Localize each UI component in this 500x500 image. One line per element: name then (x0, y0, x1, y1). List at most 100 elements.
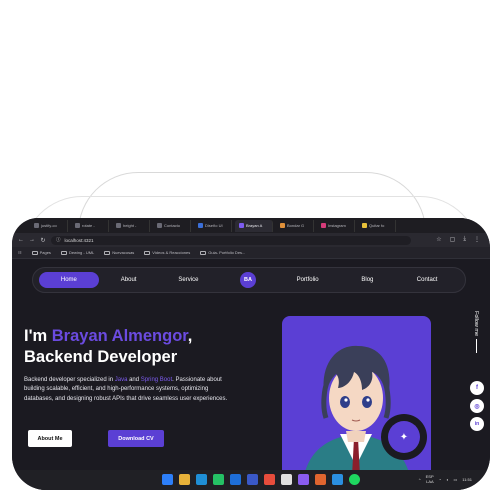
hero-comma: , (187, 327, 193, 345)
address-bar-row: ← → ↻ ⓘ localhost:4321 ☆ ▢ ⤓ ⋮ (12, 233, 490, 247)
bookmark-item[interactable]: Nuevacosas (104, 250, 134, 255)
vscode-icon[interactable] (332, 474, 343, 485)
tab-favicon-icon (362, 223, 367, 228)
extensions-icon[interactable]: ▢ (450, 236, 456, 243)
bookmark-label: Nuevacosas (112, 250, 135, 255)
tab-label: Bondar G (287, 223, 305, 228)
browser-window: justify-co rotate - height - Contacto Di… (12, 218, 490, 490)
menu-dots-icon[interactable]: ⋮ (474, 236, 480, 243)
bookmark-label: Dewing - UML (68, 250, 95, 255)
tab-label: Contacto (164, 223, 181, 228)
nav-home[interactable]: Home (39, 272, 99, 288)
nav-service[interactable]: Service (159, 272, 219, 288)
anime-avatar-icon (302, 345, 412, 490)
avatar-illustration (282, 316, 431, 490)
chrome-icon[interactable] (281, 474, 292, 485)
browser-tab[interactable]: Instagram (317, 219, 355, 232)
bookmark-item[interactable]: Guia- Portfolio Des... (200, 250, 245, 255)
tab-label: rotate - (82, 223, 95, 228)
region-code: LAA (426, 479, 434, 484)
battery-icon[interactable]: ▭ (454, 477, 458, 482)
nav-about[interactable]: About (99, 272, 159, 288)
download-icon[interactable]: ⤓ (463, 236, 466, 243)
bookmark-label: Videos & Reacciones (152, 250, 191, 255)
tab-favicon-icon (157, 223, 162, 228)
tab-label: height - (123, 223, 137, 228)
site-info-icon[interactable]: ⓘ (56, 237, 61, 243)
about-me-button[interactable]: About Me (28, 430, 72, 447)
file-explorer-icon[interactable] (179, 474, 190, 485)
apps-grid-icon[interactable]: ☷ (18, 250, 22, 255)
tab-label: Diseño UI (205, 223, 223, 228)
forward-arrow-icon[interactable]: → (29, 237, 35, 243)
language-indicator[interactable]: ESP LAA (426, 474, 434, 484)
tab-favicon-icon (280, 223, 285, 228)
tab-label: Brayan A (246, 223, 263, 228)
nav-contact[interactable]: Contact (397, 272, 457, 288)
bookmark-star-icon[interactable]: ☆ (436, 236, 441, 243)
browser-tab[interactable]: height - (112, 219, 150, 232)
instagram-icon[interactable]: ◎ (470, 399, 484, 413)
hero-title: I'm Brayan Almengor, Backend Developer (24, 326, 192, 368)
volume-icon[interactable]: ◖ (446, 477, 448, 482)
edge-icon[interactable] (196, 474, 207, 485)
nav-portfolio[interactable]: Portfolio (278, 272, 338, 288)
app-icon[interactable] (264, 474, 275, 485)
tab-favicon-icon (75, 223, 80, 228)
tab-bar: justify-co rotate - height - Contacto Di… (12, 218, 490, 233)
bookmark-label: Pages (39, 250, 51, 255)
clock[interactable]: 11:51 (462, 477, 472, 482)
url-text: localhost:4321 (64, 237, 94, 243)
browser-tab[interactable]: Contacto (153, 219, 191, 232)
bookmark-item[interactable]: Pages (31, 250, 51, 255)
tab-favicon-icon (239, 223, 244, 228)
follow-me-column: Follow me (468, 311, 484, 361)
app-icon[interactable] (247, 474, 258, 485)
desc-text: Backend developer specialized in (24, 377, 115, 383)
bookmark-item[interactable]: Dewing - UML (60, 250, 95, 255)
browser-tab[interactable]: Diseño UI (194, 219, 232, 232)
follow-me-label: Follow me (473, 311, 479, 337)
screenshot-root: justify-co rotate - height - Contacto Di… (0, 0, 500, 500)
hero-name: Brayan Almengor (51, 327, 188, 345)
browser-tab[interactable]: Quitar fo (358, 219, 396, 232)
badge-ring: ✦ (381, 414, 427, 460)
url-field[interactable]: ⓘ localhost:4321 (51, 235, 411, 245)
bookmark-item[interactable]: Videos & Reacciones (144, 250, 190, 255)
reload-icon[interactable]: ↻ (40, 237, 46, 244)
tab-favicon-icon (34, 223, 39, 228)
folder-icon (31, 250, 38, 255)
follow-divider (475, 339, 477, 354)
tab-favicon-icon (321, 223, 326, 228)
windows-start-icon[interactable] (162, 474, 173, 485)
browser-tab[interactable]: rotate - (71, 219, 109, 232)
back-arrow-icon[interactable]: ← (18, 237, 24, 243)
folder-icon (200, 250, 207, 255)
browser-tab-active[interactable]: Brayan A (235, 219, 273, 232)
hero-description: Backend developer specialized in Java an… (24, 376, 234, 404)
nav-blog[interactable]: Blog (337, 272, 397, 288)
bookmarks-bar: ☷ Pages Dewing - UML Nuevacosas Videos &… (12, 247, 490, 259)
linkedin-icon[interactable]: in (470, 417, 484, 431)
facebook-icon[interactable]: f (470, 381, 484, 395)
desc-text: and (127, 377, 141, 383)
tab-favicon-icon (198, 223, 203, 228)
folder-icon (104, 250, 111, 255)
desc-highlight-spring: Spring Boot (140, 377, 173, 383)
browser-tab[interactable]: justify-co (30, 219, 68, 232)
spotify-icon[interactable] (349, 474, 360, 485)
tab-favicon-icon (116, 223, 121, 228)
portfolio-page: Home About Service BA Portfolio Blog Con… (12, 259, 490, 490)
chevron-up-icon[interactable]: ^ (419, 477, 421, 482)
app-icon[interactable] (298, 474, 309, 485)
whatsapp-icon[interactable] (213, 474, 224, 485)
wifi-icon[interactable]: ◔ (439, 477, 441, 482)
site-logo[interactable]: BA (240, 272, 256, 288)
sparkle-badge-icon: ✦ (388, 421, 420, 453)
browser-tab[interactable]: Bondar G (276, 219, 314, 232)
site-navbar: Home About Service BA Portfolio Blog Con… (32, 267, 466, 293)
system-tray: ^ ESP LAA ◔ ◖ ▭ 11:51 (419, 474, 472, 484)
store-icon[interactable] (230, 474, 241, 485)
app-icon[interactable] (315, 474, 326, 485)
download-cv-button[interactable]: Download CV (108, 430, 164, 447)
